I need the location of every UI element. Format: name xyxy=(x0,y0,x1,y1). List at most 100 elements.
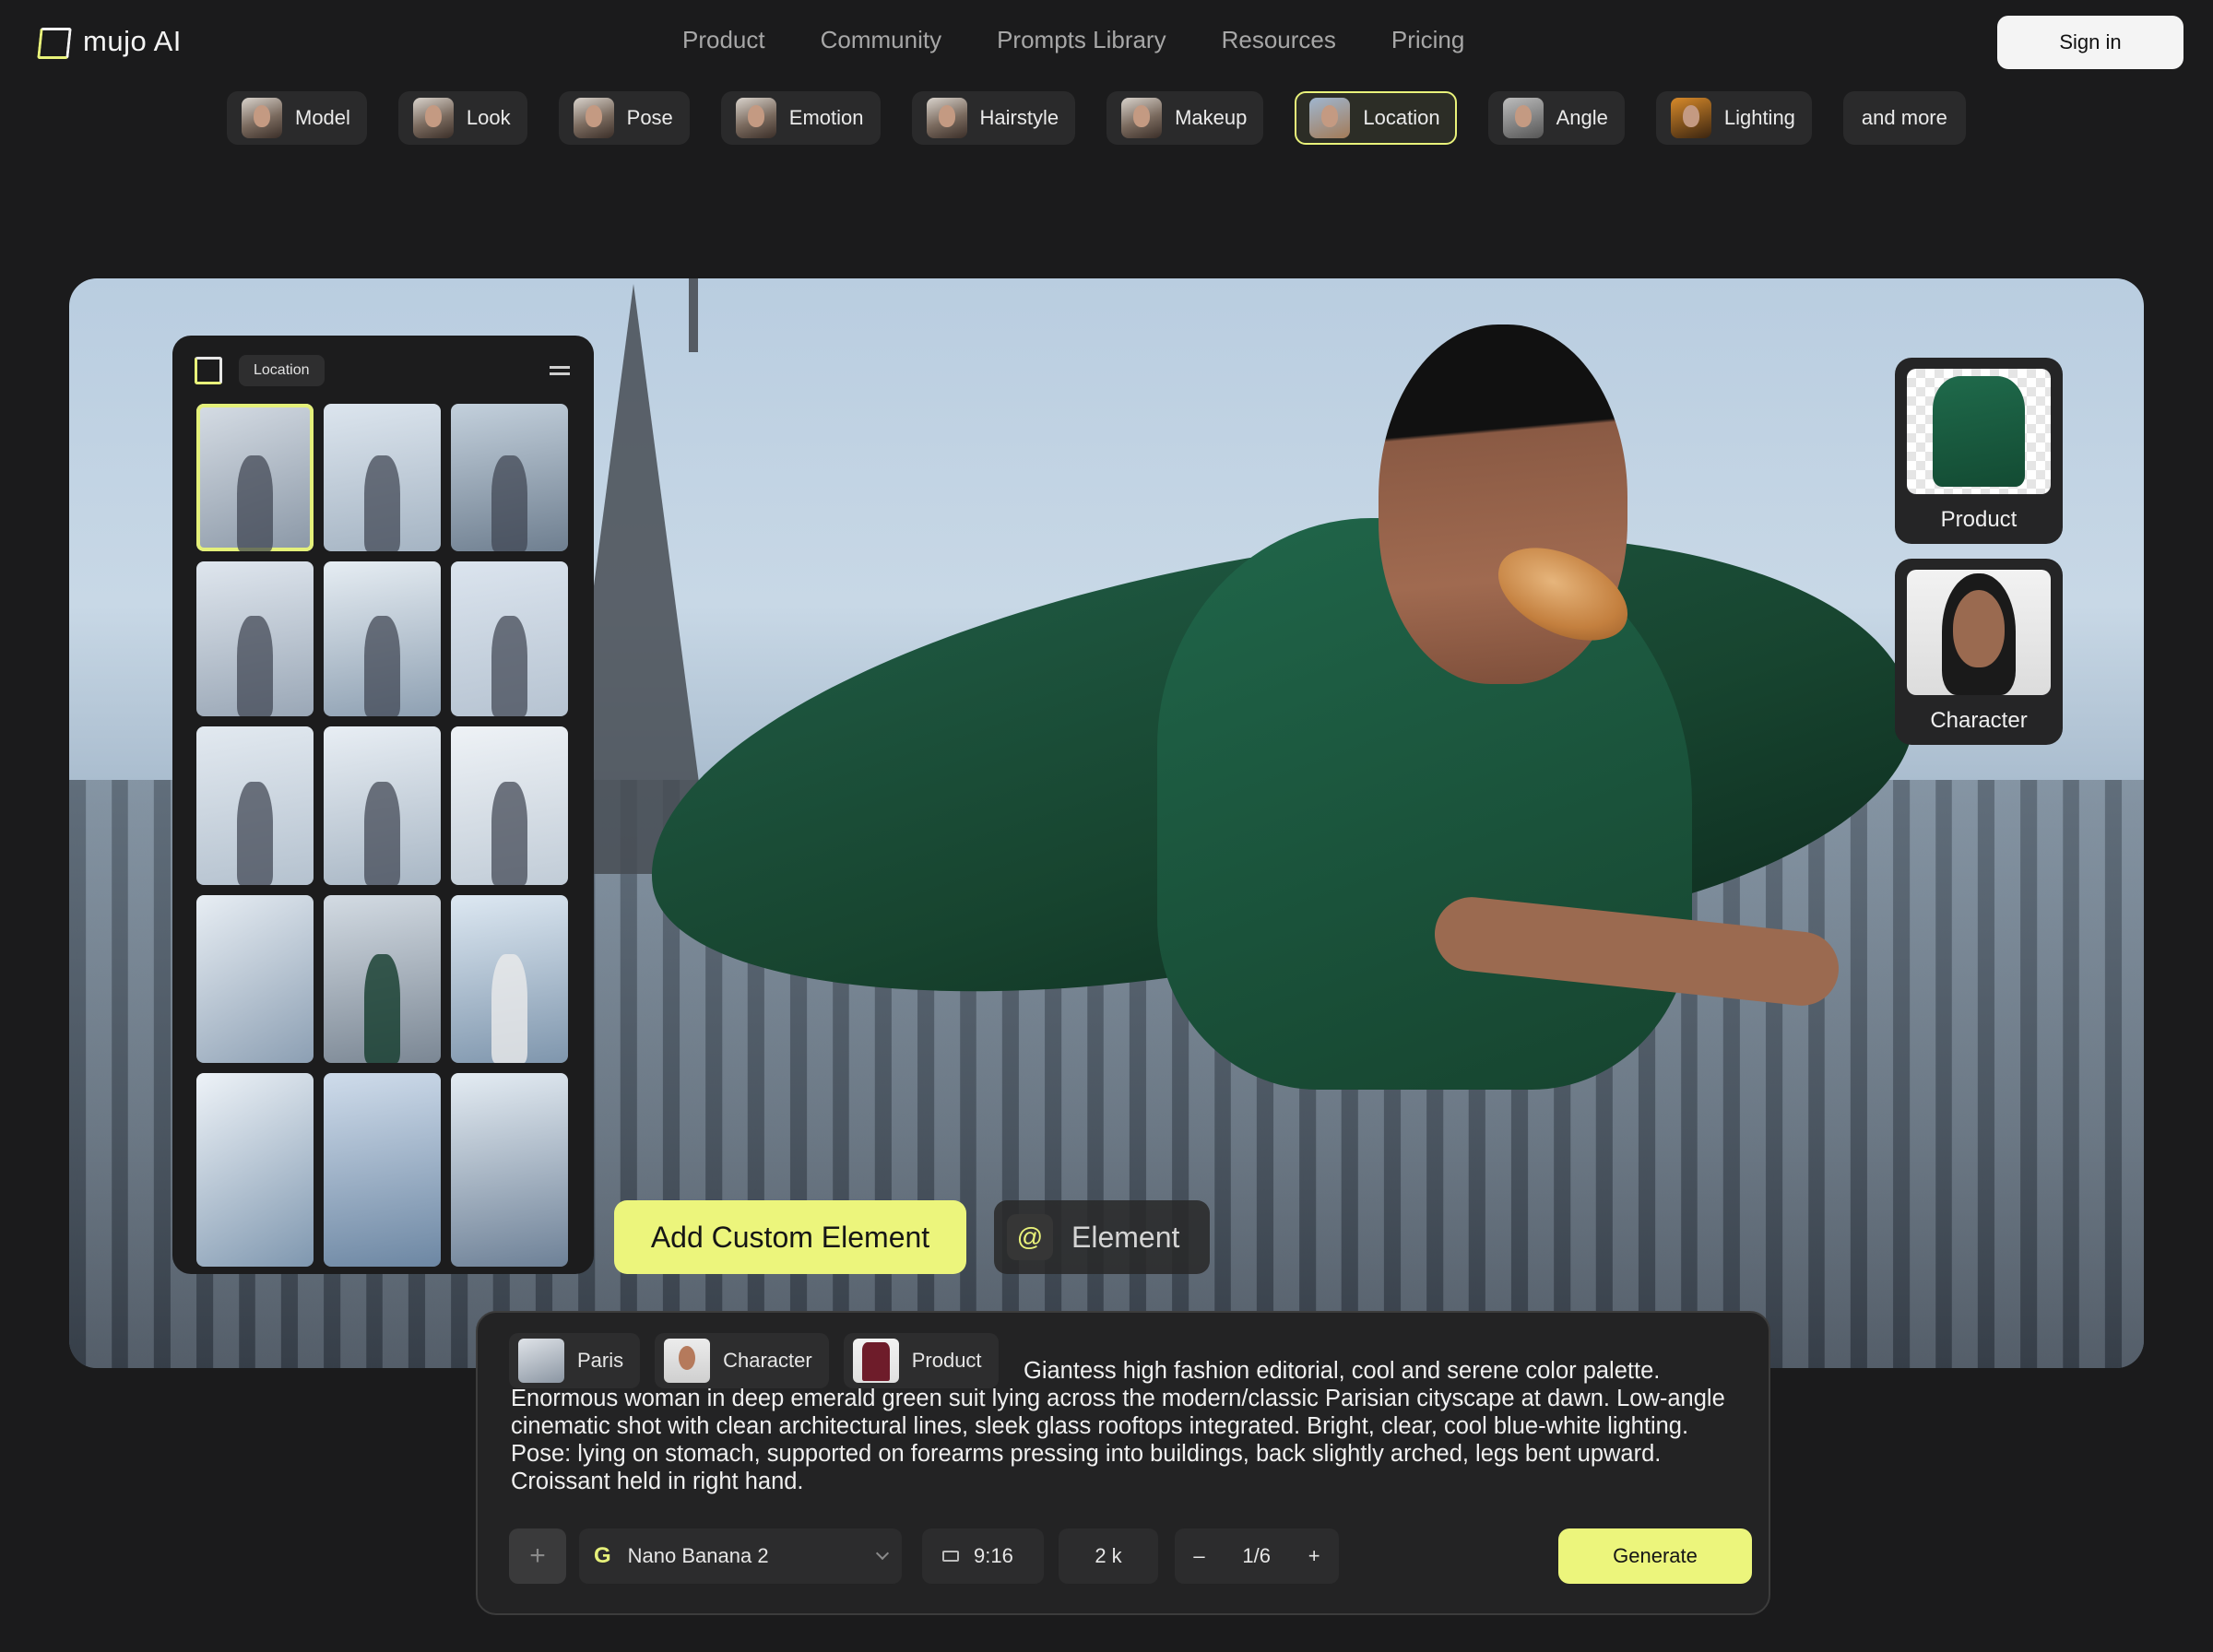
people-figure xyxy=(491,615,527,716)
model-select[interactable]: G Nano Banana 2 xyxy=(579,1528,902,1584)
add-attachment-button[interactable]: + xyxy=(509,1528,566,1584)
location-thumbnail-grid xyxy=(187,404,579,1267)
chip-label: Angle xyxy=(1556,106,1608,129)
chip-label: Hairstyle xyxy=(979,106,1059,129)
at-icon: @ xyxy=(1007,1214,1053,1260)
chip-label: Location xyxy=(1363,106,1440,129)
location-panel: Location xyxy=(172,336,594,1274)
look-thumbnail xyxy=(412,98,454,138)
character-card[interactable]: Character xyxy=(1895,559,2063,745)
angle-thumbnail xyxy=(1502,98,1544,138)
chip-location[interactable]: Location xyxy=(1295,91,1457,145)
chip-label: Makeup xyxy=(1175,106,1248,129)
category-chips: Model Look Pose Emotion Hairstyle Makeup… xyxy=(227,91,1966,145)
location-panel-header: Location xyxy=(187,350,579,391)
aspect-ratio-icon xyxy=(942,1551,959,1562)
image-count-value: 1/6 xyxy=(1242,1544,1271,1567)
character-image xyxy=(1907,570,2051,695)
chip-label: Lighting xyxy=(1723,106,1795,129)
aspect-ratio-value: 9:16 xyxy=(974,1544,1013,1567)
add-custom-element-button[interactable]: Add Custom Element xyxy=(614,1200,966,1274)
location-thumbnail[interactable] xyxy=(196,404,314,551)
people-figure xyxy=(364,953,400,1063)
location-thumbnail[interactable] xyxy=(451,726,568,885)
location-thumbnail[interactable] xyxy=(196,561,314,716)
location-panel-title: Location xyxy=(239,355,325,386)
chip-and-more[interactable]: and more xyxy=(1842,91,1966,145)
location-thumbnail[interactable] xyxy=(196,895,314,1063)
chip-pose[interactable]: Pose xyxy=(558,91,690,145)
location-thumbnail[interactable] xyxy=(451,561,568,716)
people-figure xyxy=(491,782,527,885)
product-card[interactable]: Product xyxy=(1895,358,2063,544)
prompt-panel: Paris Character Product Giantess high fa… xyxy=(476,1311,1770,1615)
chip-label: Emotion xyxy=(788,106,864,129)
location-thumbnail[interactable] xyxy=(324,561,441,716)
chip-emotion[interactable]: Emotion xyxy=(720,91,881,145)
location-thumbnail[interactable] xyxy=(451,404,568,551)
element-button[interactable]: @ Element xyxy=(994,1200,1210,1274)
logo-icon xyxy=(195,357,222,384)
brand-name: mujo AI xyxy=(83,25,182,57)
emotion-thumbnail xyxy=(735,98,776,138)
location-thumbnail[interactable] xyxy=(324,1073,441,1267)
chip-look[interactable]: Look xyxy=(397,91,527,145)
location-thumbnail[interactable] xyxy=(324,895,441,1063)
google-icon: G xyxy=(594,1543,611,1568)
product-image xyxy=(1907,369,2051,494)
nav-link-prompts-library[interactable]: Prompts Library xyxy=(997,26,1166,54)
model-name: Nano Banana 2 xyxy=(627,1544,769,1567)
chip-label: and more xyxy=(1861,106,1947,129)
location-thumbnail[interactable] xyxy=(196,1073,314,1267)
people-figure xyxy=(364,455,400,551)
hairstyle-thumbnail xyxy=(926,98,967,138)
resolution-select[interactable]: 2 k xyxy=(1059,1528,1158,1584)
resolution-value: 2 k xyxy=(1095,1544,1122,1567)
people-figure xyxy=(237,455,273,551)
nav-link-community[interactable]: Community xyxy=(821,26,941,54)
increment-button[interactable]: + xyxy=(1308,1544,1320,1568)
people-figure xyxy=(237,782,273,885)
location-thumbnail[interactable] xyxy=(324,726,441,885)
aspect-ratio-select[interactable]: 9:16 xyxy=(922,1528,1044,1584)
nav-link-product[interactable]: Product xyxy=(682,26,765,54)
people-figure xyxy=(237,615,273,716)
chip-label: Look xyxy=(466,106,511,129)
main-nav: Product Community Prompts Library Resour… xyxy=(682,26,1464,54)
nav-link-pricing[interactable]: Pricing xyxy=(1391,26,1464,54)
people-figure xyxy=(364,782,400,885)
makeup-thumbnail xyxy=(1121,98,1163,138)
chip-label: Pose xyxy=(626,106,673,129)
lighting-thumbnail xyxy=(1670,98,1711,138)
people-figure xyxy=(364,615,400,716)
chip-makeup[interactable]: Makeup xyxy=(1106,91,1264,145)
character-card-label: Character xyxy=(1930,708,2028,733)
chip-hairstyle[interactable]: Hairstyle xyxy=(911,91,1076,145)
brand-logo[interactable]: mujo AI xyxy=(35,24,182,59)
location-thumbnail[interactable] xyxy=(451,895,568,1063)
pose-thumbnail xyxy=(573,98,614,138)
menu-icon[interactable] xyxy=(550,366,570,375)
sign-in-button[interactable]: Sign in xyxy=(1997,16,2183,69)
people-figure xyxy=(491,455,527,551)
product-card-label: Product xyxy=(1940,507,2018,532)
prompt-text[interactable]: Giantess high fashion editorial, cool an… xyxy=(511,1357,1746,1495)
generation-controls: + G Nano Banana 2 9:16 2 k – 1/6 + Gener… xyxy=(509,1528,1752,1584)
logo-icon xyxy=(35,24,70,59)
nav-link-resources[interactable]: Resources xyxy=(1222,26,1336,54)
image-count-stepper: – 1/6 + xyxy=(1175,1528,1339,1584)
chip-angle[interactable]: Angle xyxy=(1487,91,1625,145)
model-thumbnail xyxy=(242,98,282,138)
element-label: Element xyxy=(1071,1220,1180,1254)
chip-label: Model xyxy=(295,106,350,129)
top-navigation: mujo AI Product Community Prompts Librar… xyxy=(0,0,2213,85)
chip-model[interactable]: Model xyxy=(227,91,367,145)
location-thumbnail[interactable] xyxy=(451,1073,568,1267)
location-thumbnail xyxy=(1309,98,1351,138)
location-thumbnail[interactable] xyxy=(324,404,441,551)
location-thumbnail[interactable] xyxy=(196,726,314,885)
decrement-button[interactable]: – xyxy=(1193,1544,1204,1568)
generate-button[interactable]: Generate xyxy=(1558,1528,1752,1584)
people-figure xyxy=(491,953,527,1063)
chip-lighting[interactable]: Lighting xyxy=(1655,91,1812,145)
